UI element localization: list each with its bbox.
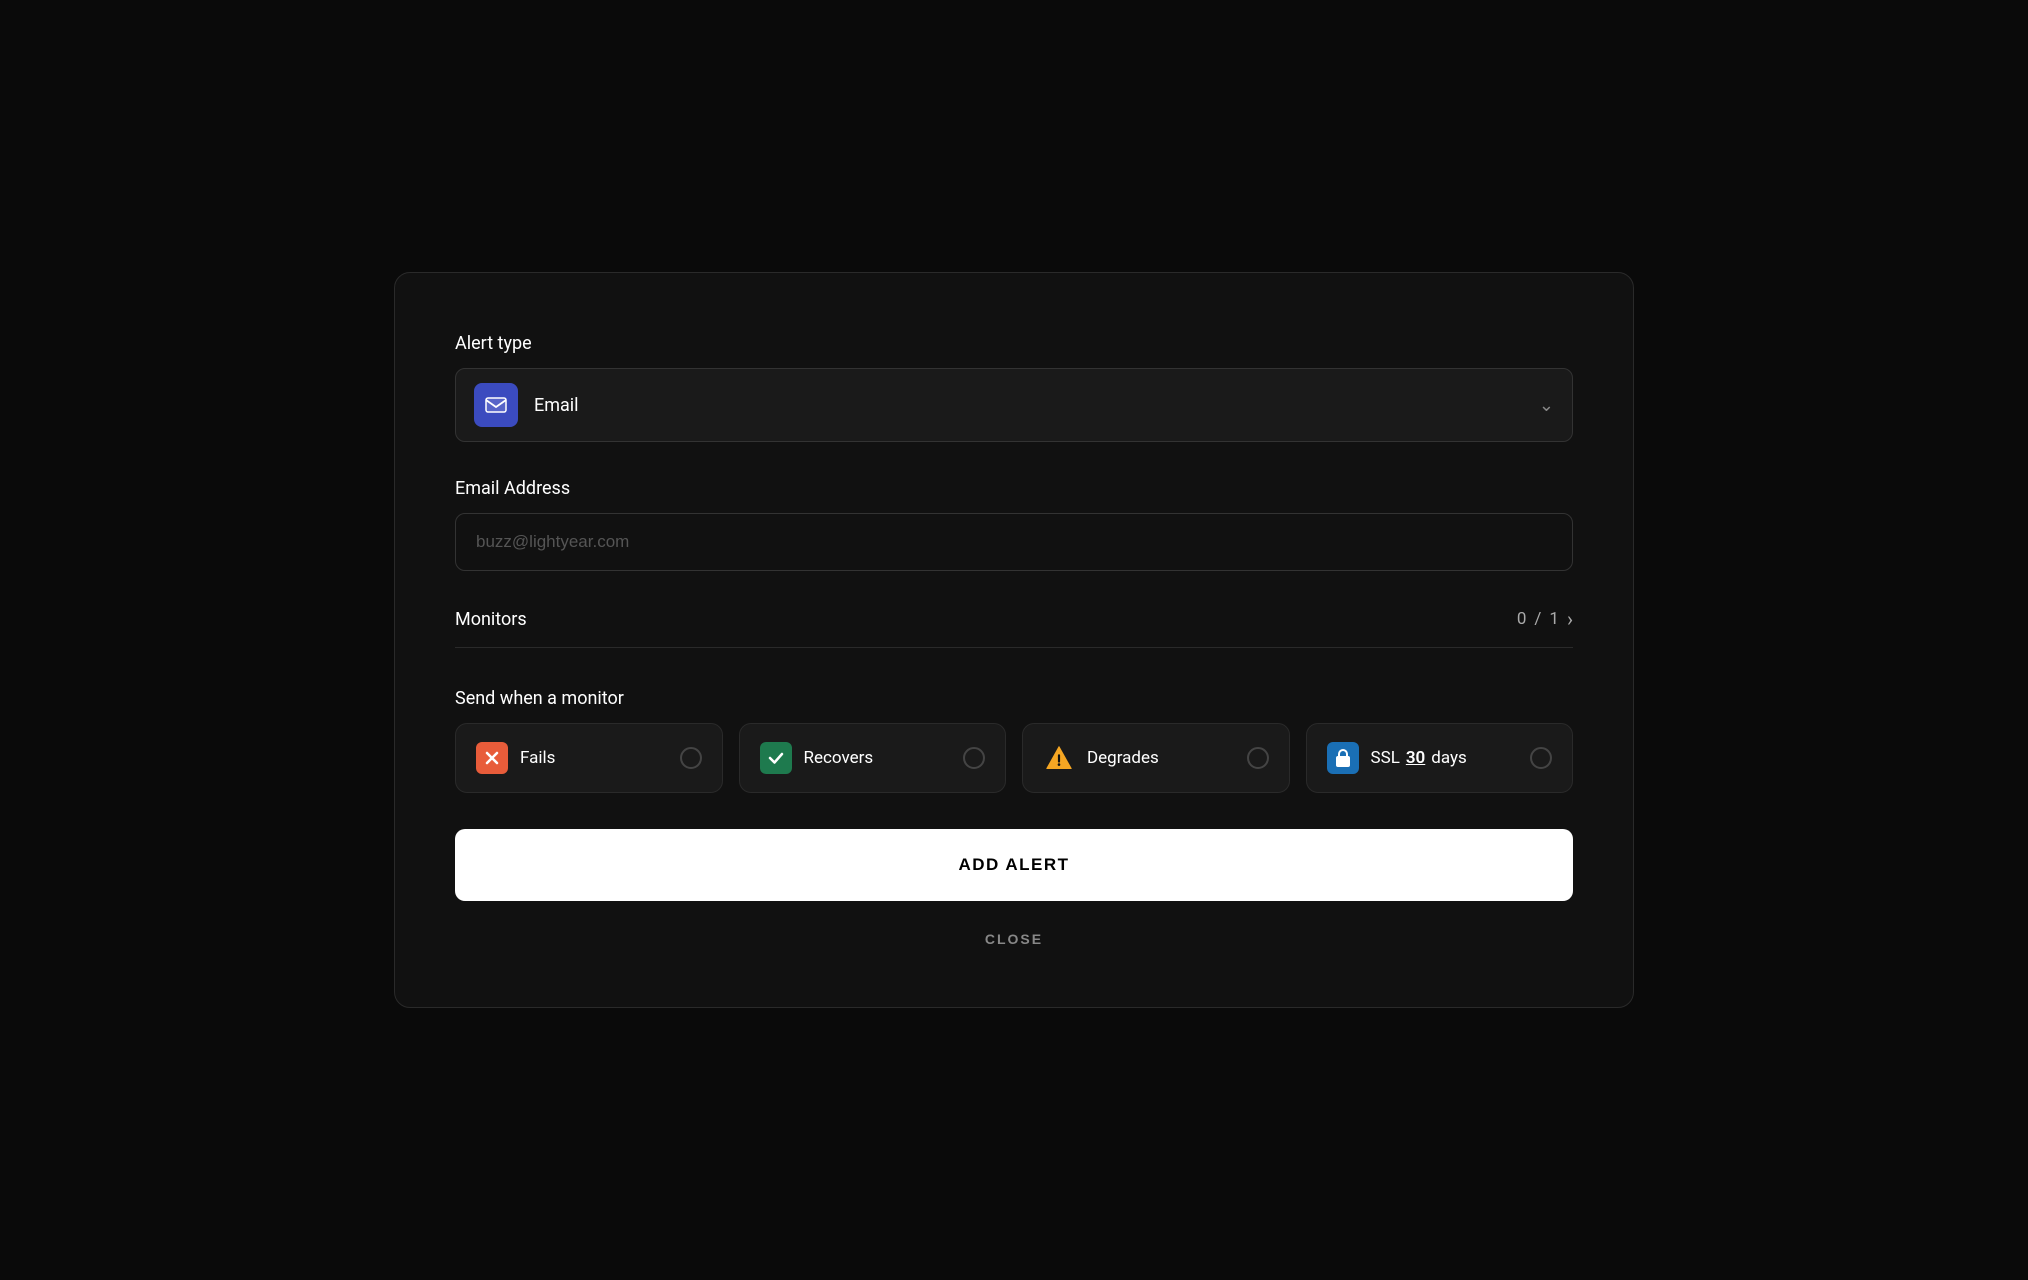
ssl-days: 30 — [1406, 748, 1425, 768]
degrades-label: Degrades — [1087, 748, 1159, 768]
fails-radio[interactable] — [680, 747, 702, 769]
degrades-radio[interactable] — [1247, 747, 1269, 769]
fails-label: Fails — [520, 748, 555, 768]
option-left-fails: Fails — [476, 742, 555, 774]
option-left-degrades: Degrades — [1043, 742, 1159, 774]
add-alert-button[interactable]: ADD ALERT — [455, 829, 1573, 901]
ssl-radio[interactable] — [1530, 747, 1552, 769]
monitors-next-arrow[interactable]: › — [1567, 607, 1573, 631]
monitors-total: 1 — [1549, 609, 1559, 629]
ssl-icon — [1327, 742, 1359, 774]
option-card-recovers[interactable]: Recovers — [739, 723, 1007, 793]
degrades-icon — [1043, 742, 1075, 774]
option-card-ssl[interactable]: SSL 30 days — [1306, 723, 1574, 793]
alert-type-value: Email — [534, 395, 579, 416]
option-left-recovers: Recovers — [760, 742, 874, 774]
monitors-separator: / — [1534, 609, 1541, 629]
email-icon — [484, 393, 508, 417]
option-card-degrades[interactable]: Degrades — [1022, 723, 1290, 793]
alert-type-label: Alert type — [455, 333, 1573, 354]
email-address-label: Email Address — [455, 478, 1573, 499]
alert-type-left: Email — [474, 383, 579, 427]
send-when-options: Fails Recovers — [455, 723, 1573, 793]
chevron-down-icon: ⌄ — [1539, 395, 1554, 416]
alert-type-dropdown[interactable]: Email ⌄ — [455, 368, 1573, 442]
ssl-days-suffix: days — [1431, 748, 1467, 768]
fails-icon — [476, 742, 508, 774]
monitors-current: 0 — [1517, 609, 1527, 629]
send-when-section: Send when a monitor Fails — [455, 688, 1573, 793]
close-button[interactable]: CLOSE — [455, 921, 1573, 957]
option-left-ssl: SSL 30 days — [1327, 742, 1467, 774]
option-card-fails[interactable]: Fails — [455, 723, 723, 793]
monitors-label: Monitors — [455, 609, 527, 630]
monitors-header: Monitors 0 / 1 › — [455, 607, 1573, 648]
ssl-text: SSL — [1371, 748, 1400, 768]
email-address-section: Email Address — [455, 478, 1573, 571]
alert-type-section: Alert type Email ⌄ — [455, 333, 1573, 442]
email-icon-wrapper — [474, 383, 518, 427]
recovers-label: Recovers — [804, 748, 874, 768]
ssl-label: SSL 30 days — [1371, 748, 1467, 768]
monitors-nav: 0 / 1 › — [1517, 607, 1573, 631]
monitors-section: Monitors 0 / 1 › — [455, 607, 1573, 648]
recovers-radio[interactable] — [963, 747, 985, 769]
email-input[interactable] — [455, 513, 1573, 571]
send-when-label: Send when a monitor — [455, 688, 1573, 709]
recovers-icon — [760, 742, 792, 774]
modal: Alert type Email ⌄ Email Address Monitor… — [394, 272, 1634, 1008]
